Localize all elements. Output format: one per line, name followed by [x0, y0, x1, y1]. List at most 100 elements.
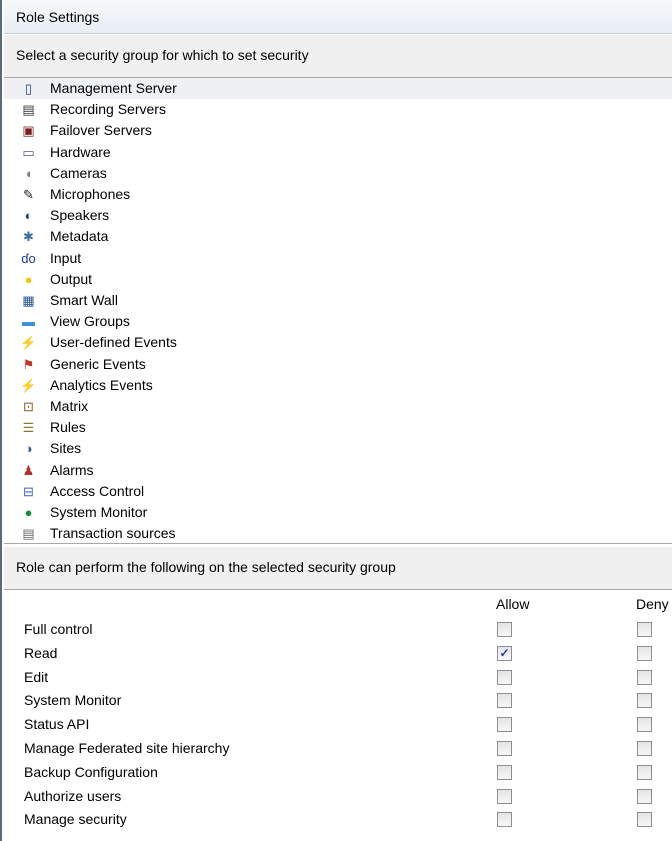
transaction-source-icon: ▤ [22, 526, 35, 541]
security-group-label: System Monitor [50, 504, 148, 520]
security-group-item[interactable]: ✱ Metadata [4, 226, 672, 247]
microphone-icon: ✎ [23, 187, 34, 202]
security-group-item[interactable]: ♟ Alarms [4, 460, 672, 481]
allow-checkbox[interactable] [497, 741, 512, 756]
allow-checkbox[interactable] [497, 764, 512, 780]
security-group-label: Output [50, 270, 93, 287]
user-event-icon: ⚡ [20, 335, 37, 351]
security-group-item[interactable]: ⊟ Access Control [4, 481, 672, 502]
permission-row: Authorize users [4, 785, 672, 809]
permission-label: Full control [24, 621, 93, 637]
permission-row: Read ✓ [4, 642, 672, 666]
permission-section-prompt: Role can perform the following on the se… [16, 559, 396, 575]
security-group-label: Hardware [50, 143, 111, 160]
group-section-header: Select a security group for which to set… [4, 35, 672, 77]
security-group-label: Alarms [50, 461, 94, 478]
security-group-label: Rules [50, 419, 86, 436]
permission-row: System Monitor [4, 689, 672, 713]
security-group-item[interactable]: ◑ Sites [4, 438, 672, 459]
security-group-label: Sites [50, 440, 82, 457]
deny-checkbox[interactable] [637, 812, 652, 828]
permission-row: Manage security [4, 808, 672, 832]
security-group-item[interactable]: ▤ Recording Servers [4, 99, 672, 120]
allow-checkbox[interactable] [497, 693, 512, 709]
deny-checkbox[interactable] [637, 622, 652, 637]
security-group-item[interactable]: ▣ Failover Servers [4, 120, 672, 141]
security-group-item[interactable]: ☰ Rules [4, 417, 672, 438]
folder-icon: ▬ [22, 314, 35, 330]
security-group-item[interactable]: ▬ View Groups [4, 311, 672, 332]
security-group-label: View Groups [50, 313, 130, 330]
permission-row: Manage Federated site hierarchy [4, 737, 672, 761]
deny-checkbox[interactable] [637, 741, 652, 756]
metadata-icon: ✱ [23, 229, 34, 245]
sites-icon: ◑ [24, 441, 33, 457]
access-control-icon: ⊟ [23, 483, 34, 499]
security-group-label: User-defined Events [50, 334, 177, 351]
security-group-item[interactable]: ▤ Transaction sources [4, 523, 672, 541]
security-group-item[interactable]: ● System Monitor [4, 502, 672, 523]
deny-checkbox[interactable] [637, 693, 652, 709]
group-section-prompt: Select a security group for which to set… [16, 47, 309, 63]
permission-label: Backup Configuration [24, 763, 158, 780]
security-group-label: Smart Wall [50, 292, 118, 308]
security-group-item[interactable]: ▦ Smart Wall [4, 290, 672, 311]
permission-label: Read [24, 644, 58, 661]
security-group-item[interactable]: ✎ Microphones [4, 184, 672, 205]
system-monitor-icon: ● [24, 505, 33, 520]
permission-section-header: Role can perform the following on the se… [4, 547, 672, 589]
deny-checkbox[interactable] [637, 717, 652, 733]
security-group-item[interactable]: ⚡ User-defined Events [4, 332, 672, 353]
security-group-item[interactable]: ɗo Input [4, 248, 672, 269]
allow-checkbox[interactable]: ✓ [497, 645, 512, 661]
security-group-item[interactable]: ◐ Speakers [4, 205, 672, 226]
security-group-label: Transaction sources [50, 525, 176, 541]
security-group-item[interactable]: ◖ Cameras [4, 163, 672, 184]
permission-row: Full control [4, 618, 672, 642]
deny-checkbox[interactable] [637, 645, 652, 661]
permission-row: Backup Configuration [4, 761, 672, 785]
security-group-label: Generic Events [50, 355, 146, 372]
allow-checkbox[interactable] [497, 669, 512, 685]
permission-label: Manage security [24, 811, 127, 828]
allow-column-header: Allow [496, 596, 530, 612]
input-icon: ɗo [21, 250, 36, 266]
security-group-item[interactable]: ● Output [4, 269, 672, 290]
deny-checkbox[interactable] [637, 788, 652, 804]
security-group-label: Microphones [50, 186, 131, 202]
generic-event-icon: ⚑ [22, 356, 35, 372]
divider [4, 589, 672, 590]
security-group-label: Failover Servers [50, 122, 152, 139]
allow-checkbox[interactable] [497, 717, 512, 733]
matrix-icon: ⊡ [23, 399, 34, 414]
deny-column-header: Deny [636, 596, 669, 612]
lightbulb-icon: ● [24, 271, 33, 287]
security-group-list[interactable]: ▯ Management Server ▤ Recording Servers ▣ Fai… [4, 78, 672, 541]
security-group-label: Speakers [50, 207, 110, 224]
server-icon: ▯ [24, 81, 33, 96]
window-title: Role Settings [4, 0, 672, 34]
deny-checkbox[interactable] [637, 764, 652, 780]
analytics-event-icon: ⚡ [20, 377, 37, 393]
security-group-item[interactable]: ▭ Hardware [4, 142, 672, 163]
security-group-label: Recording Servers [50, 101, 166, 118]
security-group-label: Cameras [50, 164, 107, 181]
permission-label: Edit [24, 668, 49, 685]
divider [4, 543, 672, 544]
security-group-item[interactable]: ▯ Management Server [4, 78, 672, 99]
security-group-item[interactable]: ⚡ Analytics Events [4, 375, 672, 396]
camera-icon: ◖ [24, 165, 33, 181]
security-group-item[interactable]: ⊡ Matrix [4, 396, 672, 417]
security-group-label: Access Control [50, 482, 145, 499]
hardware-icon: ▭ [22, 144, 35, 160]
speaker-icon: ◐ [24, 208, 33, 224]
deny-checkbox[interactable] [637, 669, 652, 685]
security-group-label: Analytics Events [50, 376, 153, 393]
permission-label: Manage Federated site hierarchy [24, 740, 230, 756]
allow-checkbox[interactable] [497, 812, 512, 828]
allow-checkbox[interactable] [497, 622, 512, 637]
permission-label: Authorize users [24, 787, 122, 804]
allow-checkbox[interactable] [497, 788, 512, 804]
security-group-item[interactable]: ⚑ Generic Events [4, 354, 672, 375]
permission-label: System Monitor [24, 692, 122, 709]
